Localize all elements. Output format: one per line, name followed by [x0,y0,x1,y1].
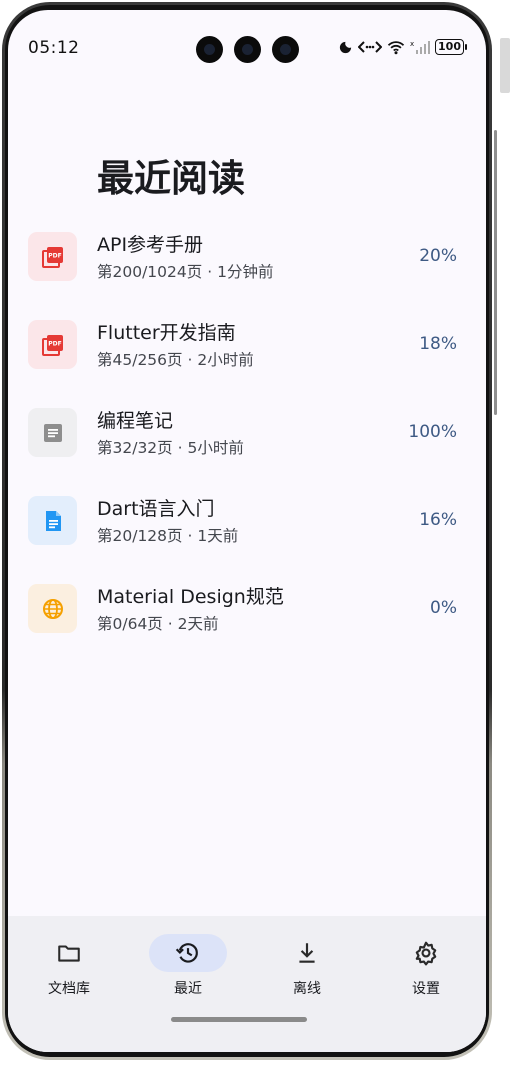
nav-pill-active [149,934,227,972]
page-count: 第200/1024页 [97,263,203,281]
document-title: Dart语言入门 [97,498,215,520]
document-list: PDF API参考手册 第200/1024页 · 1分钟前 20% PDF Fl… [8,222,486,662]
download-icon [299,943,315,963]
last-read-time: 1天前 [197,527,239,545]
app-screen: 05:12 x 100 最近阅读 PDF API参考手册 第200/1024页 … [8,10,486,1052]
last-read-time: 2天前 [177,615,219,633]
nav-pill [268,934,346,972]
list-item[interactable]: Dart语言入门 第20/128页 · 1天前 16% [8,486,486,574]
note-icon [28,408,77,457]
page-count: 第20/128页 [97,527,183,545]
svg-text:x: x [410,40,414,48]
document-title: 编程笔记 [97,410,174,432]
history-icon [175,943,198,963]
separator: · [207,263,213,281]
progress-percent: 18% [419,334,457,354]
document-icon [28,496,77,545]
status-bar: 05:12 x 100 [8,10,486,86]
list-item[interactable]: Material Design规范 第0/64页 · 2天前 0% [8,574,486,662]
separator: · [187,527,193,545]
document-title: API参考手册 [97,234,204,256]
side-button [500,38,510,93]
nav-label: 最近 [174,981,202,997]
page-count: 第45/256页 [97,351,183,369]
camera-icon [196,36,223,63]
document-meta: 第20/128页 · 1天前 [97,524,238,546]
bottom-navigation-bar: 文档库 最近 离线 设置 [8,916,486,1052]
wifi-icon [387,40,405,54]
separator: · [187,351,193,369]
data-arrows-icon [358,41,383,53]
list-item[interactable]: 编程笔记 第32/32页 · 5小时前 100% [8,398,486,486]
last-read-time: 1分钟前 [217,263,274,281]
nav-label: 设置 [412,981,440,997]
document-title: Flutter开发指南 [97,322,236,344]
nav-item-library[interactable]: 文档库 [19,934,119,998]
svg-text:PDF: PDF [48,252,61,259]
moon-icon [339,41,352,53]
pdf-icon: PDF [28,320,77,369]
last-read-time: 2小时前 [197,351,254,369]
last-read-time: 5小时前 [187,439,244,457]
page-count: 第0/64页 [97,615,163,633]
list-item[interactable]: PDF Flutter开发指南 第45/256页 · 2小时前 18% [8,310,486,398]
globe-icon [28,584,77,633]
progress-percent: 0% [430,598,457,618]
document-title: Material Design规范 [97,586,284,608]
folder-icon [58,945,80,962]
status-time: 05:12 [28,38,80,58]
document-meta: 第45/256页 · 2小时前 [97,348,254,370]
nav-item-offline[interactable]: 离线 [257,934,357,998]
separator: · [167,615,173,633]
battery-indicator: 100 [435,39,467,55]
progress-percent: 16% [419,510,457,530]
side-button [494,130,497,415]
nav-item-recent[interactable]: 最近 [138,934,238,998]
document-meta: 第200/1024页 · 1分钟前 [97,260,273,282]
page-count: 第32/32页 [97,439,173,457]
nav-label: 离线 [293,981,321,997]
nav-pill [387,934,465,972]
separator: · [177,439,183,457]
pdf-icon: PDF [28,232,77,281]
nav-item-settings[interactable]: 设置 [376,934,476,998]
camera-icon [272,36,299,63]
document-meta: 第32/32页 · 5小时前 [97,436,244,458]
nav-pill [30,934,108,972]
progress-percent: 20% [419,246,457,266]
home-indicator[interactable] [171,1017,307,1022]
document-meta: 第0/64页 · 2天前 [97,612,219,634]
gear-icon [415,941,437,966]
svg-text:PDF: PDF [48,340,61,347]
page-title: 最近阅读 [97,157,245,200]
nav-label: 文档库 [48,981,90,997]
status-icons: x 100 [338,39,467,55]
signal-icon: x [410,40,431,54]
list-item[interactable]: PDF API参考手册 第200/1024页 · 1分钟前 20% [8,222,486,310]
camera-icon [234,36,261,63]
progress-percent: 100% [408,422,457,442]
